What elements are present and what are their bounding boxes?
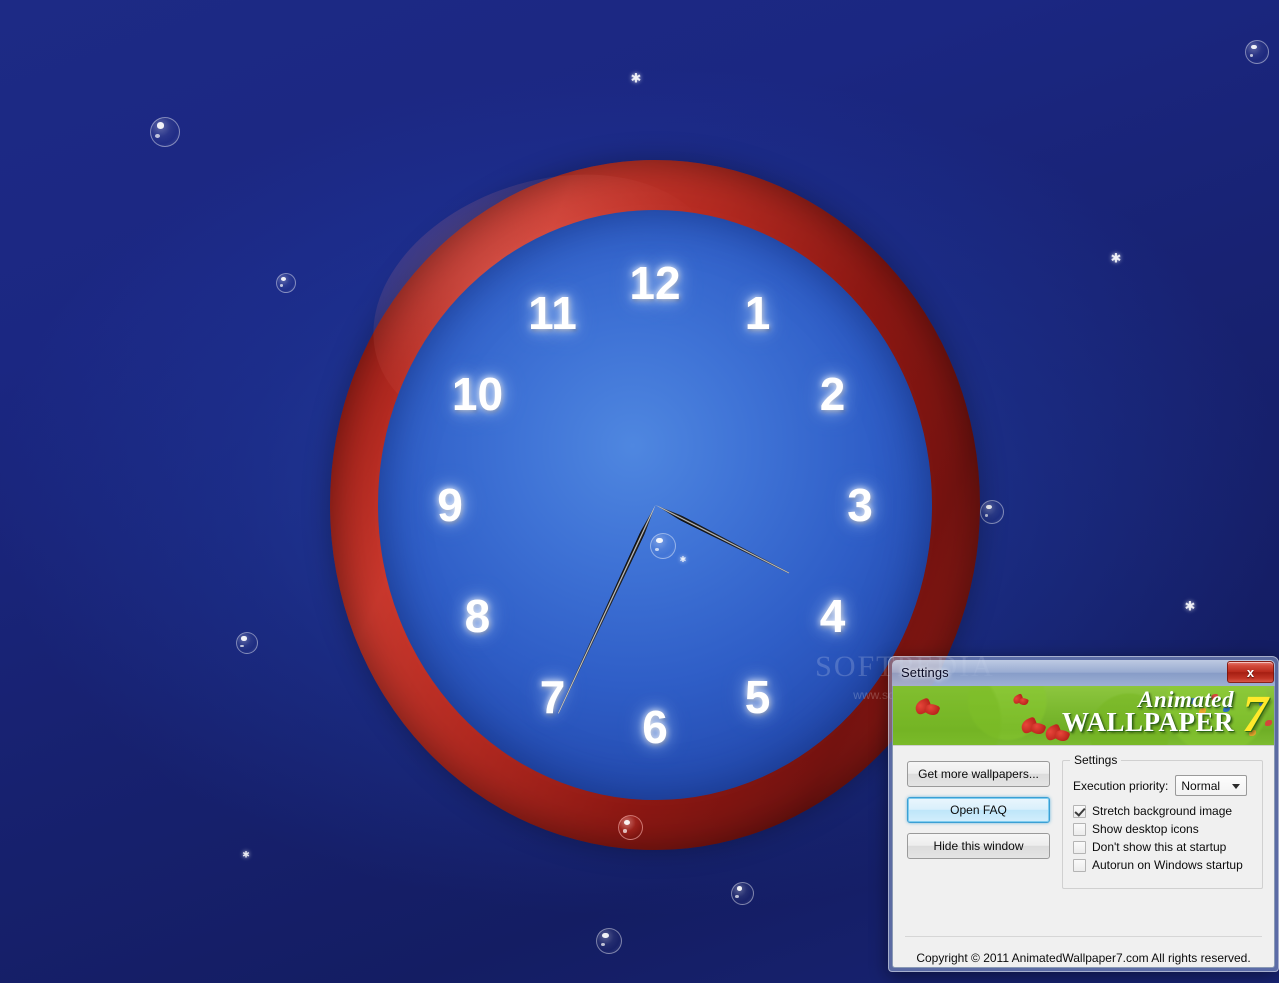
clock-face: 11 10 9 8 7 6 5 4 3 2 1 12 ✱: [378, 210, 932, 800]
checkbox-dont-show-at-startup[interactable]: Don't show this at startup: [1073, 840, 1252, 854]
checkbox-label: Autorun on Windows startup: [1092, 858, 1243, 872]
clock-numeral-12: 12: [629, 257, 681, 309]
clock-numeral-10: 10: [451, 368, 504, 420]
bubble-decoration: [650, 533, 676, 559]
checkbox-icon[interactable]: [1073, 804, 1086, 818]
checkbox-icon[interactable]: [1073, 840, 1086, 854]
analog-clock: 11 10 9 8 7 6 5 4 3 2 1 12 ✱: [330, 160, 980, 850]
product-banner: Animated WALLPAPER 7: [893, 686, 1274, 746]
product-logo: Animated WALLPAPER 7: [1061, 688, 1268, 741]
settings-dialog: Settings x Animated WALLPAPER 7 Get more…: [888, 656, 1279, 972]
action-button-column: Get more wallpapers... Open FAQ Hide thi…: [907, 758, 1050, 928]
dialog-body: Animated WALLPAPER 7 Get more wallpapers…: [892, 686, 1275, 968]
clock-numeral-2: 2: [819, 368, 846, 420]
settings-groupbox: Settings Execution priority: Normal Stre…: [1062, 753, 1263, 889]
clock-minute-hand: [556, 504, 658, 715]
execution-priority-row: Execution priority: Normal: [1073, 775, 1252, 796]
checkbox-autorun-on-windows-startup[interactable]: Autorun on Windows startup: [1073, 858, 1252, 872]
execution-priority-value: Normal: [1181, 778, 1221, 793]
clock-numeral-3: 3: [847, 479, 873, 531]
hide-this-window-button[interactable]: Hide this window: [907, 833, 1050, 859]
clock-numeral-8: 8: [464, 590, 491, 642]
checkbox-label: Show desktop icons: [1092, 822, 1199, 836]
dialog-footer: Copyright © 2011 AnimatedWallpaper7.com …: [905, 936, 1262, 967]
copyright-text: Copyright © 2011 AnimatedWallpaper7.com …: [916, 951, 1251, 965]
settings-groupbox-legend: Settings: [1070, 753, 1122, 767]
star-decoration: ✱: [679, 555, 687, 564]
dialog-titlebar[interactable]: Settings x: [892, 660, 1275, 686]
clock-numeral-9: 9: [437, 479, 463, 531]
get-more-wallpapers-button[interactable]: Get more wallpapers...: [907, 761, 1050, 787]
execution-priority-label: Execution priority:: [1073, 778, 1169, 793]
clock-hour-hand: [654, 503, 790, 576]
clock-numeral-7: 7: [539, 671, 566, 724]
logo-seven-text: 7: [1242, 686, 1268, 743]
checkbox-label: Don't show this at startup: [1092, 840, 1227, 854]
checkbox-icon[interactable]: [1073, 822, 1086, 836]
dialog-main-content: Get more wallpapers... Open FAQ Hide thi…: [893, 746, 1274, 928]
dialog-title: Settings: [901, 665, 949, 680]
clock-numeral-1: 1: [744, 286, 771, 339]
checkbox-show-desktop-icons[interactable]: Show desktop icons: [1073, 822, 1252, 836]
clock-numeral-11: 11: [528, 286, 577, 339]
checkbox-stretch-background-image[interactable]: Stretch background image: [1073, 804, 1252, 818]
close-icon[interactable]: x: [1227, 661, 1274, 683]
checkbox-label: Stretch background image: [1092, 804, 1233, 818]
execution-priority-select[interactable]: Normal: [1175, 775, 1248, 796]
open-faq-button[interactable]: Open FAQ: [907, 797, 1050, 823]
checkbox-icon[interactable]: [1073, 858, 1086, 872]
clock-numeral-4: 4: [819, 590, 846, 642]
logo-wallpaper-text: WALLPAPER: [1061, 707, 1234, 737]
clock-numeral-6: 6: [642, 701, 668, 753]
chevron-down-icon: [1232, 783, 1241, 789]
clock-numeral-5: 5: [744, 671, 771, 724]
